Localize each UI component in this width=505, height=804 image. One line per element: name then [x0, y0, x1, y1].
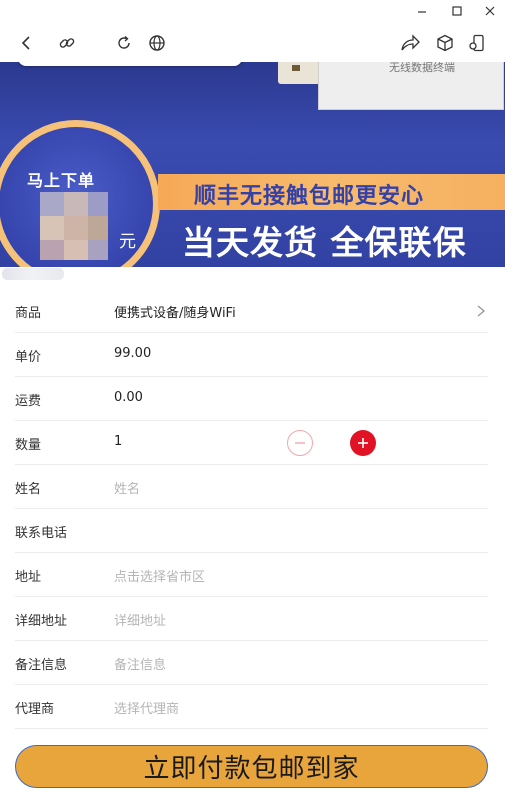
pay-button[interactable]: 立即付款包邮到家: [15, 745, 488, 788]
price-mosaic: [40, 192, 110, 262]
device-screen-text: 无线数据终端: [389, 62, 455, 74]
remark-row[interactable]: 备注信息 备注信息: [15, 641, 488, 685]
quantity-label: 数量: [15, 438, 42, 453]
product-row[interactable]: 商品 便携式设备/随身WiFi: [15, 289, 488, 333]
price-value: 99.00: [114, 346, 152, 361]
cube-icon[interactable]: [434, 32, 456, 54]
agent-picker[interactable]: 选择代理商: [114, 698, 179, 717]
browser-toolbar: [0, 22, 505, 62]
detail-address-input[interactable]: 详细地址: [114, 610, 166, 629]
minus-icon[interactable]: [287, 430, 313, 456]
device-icon[interactable]: [466, 32, 488, 54]
globe-icon[interactable]: [146, 32, 168, 54]
blurred-watermark: [2, 268, 64, 280]
price-label: 单价: [15, 350, 42, 365]
promo-strip-text: 顺丰无接触包邮更安心: [194, 184, 425, 209]
promo-slogan: 当天发货 全保联保: [182, 223, 467, 262]
name-label: 姓名: [15, 482, 42, 497]
product-label: 商品: [15, 306, 42, 321]
shipping-value: 0.00: [114, 390, 143, 405]
device-image: [278, 62, 320, 84]
detail-address-label: 详细地址: [15, 614, 68, 629]
quantity-row: 数量 1: [15, 421, 488, 465]
address-label: 地址: [15, 570, 42, 585]
banner-card: [18, 62, 242, 66]
product-value: 便携式设备/随身WiFi: [114, 306, 236, 321]
maximize-icon[interactable]: [447, 2, 467, 20]
minimize-icon[interactable]: [412, 2, 432, 20]
shipping-row: 运费 0.00: [15, 377, 488, 421]
back-icon[interactable]: [15, 32, 37, 54]
product-banner: 无线数据终端 马上下单 元 顺丰无接触包邮更安心 当天发货 全保联保: [0, 62, 505, 267]
promo-strip: 顺丰无接触包邮更安心: [158, 174, 505, 210]
remark-label: 备注信息: [15, 658, 68, 673]
phone-row[interactable]: 联系电话: [15, 509, 488, 553]
order-now-text: 马上下单: [27, 171, 96, 190]
window-titlebar: [0, 0, 505, 22]
remark-input[interactable]: 备注信息: [114, 654, 166, 673]
close-icon[interactable]: [480, 2, 500, 20]
detail-address-row[interactable]: 详细地址 详细地址: [15, 597, 488, 641]
link-icon[interactable]: [56, 32, 78, 54]
phone-label: 联系电话: [15, 526, 68, 541]
agent-label: 代理商: [15, 702, 55, 717]
share-icon[interactable]: [399, 32, 421, 54]
chevron-right-icon[interactable]: [476, 303, 486, 322]
order-form: 商品 便携式设备/随身WiFi 单价 99.00 运费 0.00 数量 1 姓名…: [15, 289, 488, 729]
yuan-text: 元: [119, 232, 136, 252]
quantity-value[interactable]: 1: [114, 434, 122, 449]
refresh-icon[interactable]: [113, 32, 135, 54]
agent-row[interactable]: 代理商 选择代理商: [15, 685, 488, 729]
address-picker[interactable]: 点击选择省市区: [114, 566, 205, 585]
device-screen-image: 无线数据终端: [318, 62, 504, 110]
shipping-label: 运费: [15, 394, 42, 409]
price-row: 单价 99.00: [15, 333, 488, 377]
address-row[interactable]: 地址 点击选择省市区: [15, 553, 488, 597]
name-row[interactable]: 姓名 姓名: [15, 465, 488, 509]
plus-icon[interactable]: [350, 430, 376, 456]
name-input[interactable]: 姓名: [114, 478, 140, 497]
